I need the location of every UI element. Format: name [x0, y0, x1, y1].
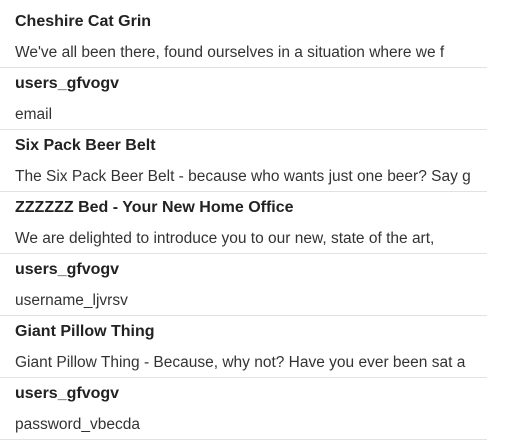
item-title: ZZZZZZ Bed - Your New Home Office [15, 199, 294, 216]
item-description: We've all been there, found ourselves in… [15, 44, 445, 61]
item-description: email [15, 106, 53, 123]
item-title: Cheshire Cat Grin [15, 13, 152, 30]
item-description: The Six Pack Beer Belt - because who wan… [15, 168, 471, 185]
item-title: users_gfvogv [15, 261, 120, 278]
item-description: password_vbecda [15, 416, 140, 433]
list-item[interactable]: ZZZZZZ Bed - Your New Home Office We are… [0, 192, 487, 254]
item-description: username_ljvrsv [15, 292, 128, 309]
results-list: Cheshire Cat Grin We've all been there, … [0, 0, 487, 440]
list-item[interactable]: users_gfvogv username_ljvrsv [0, 254, 487, 316]
list-item[interactable]: Six Pack Beer Belt The Six Pack Beer Bel… [0, 130, 487, 192]
item-title: users_gfvogv [15, 385, 120, 402]
item-title: Giant Pillow Thing [15, 323, 155, 340]
list-item[interactable]: users_gfvogv password_vbecda [0, 378, 487, 440]
item-title: users_gfvogv [15, 75, 120, 92]
item-description: Giant Pillow Thing - Because, why not? H… [15, 354, 466, 371]
list-item[interactable]: Giant Pillow Thing Giant Pillow Thing - … [0, 316, 487, 378]
item-description: We are delighted to introduce you to our… [15, 230, 435, 247]
list-item[interactable]: Cheshire Cat Grin We've all been there, … [0, 6, 487, 68]
item-title: Six Pack Beer Belt [15, 137, 156, 154]
list-item[interactable]: users_gfvogv email [0, 68, 487, 130]
